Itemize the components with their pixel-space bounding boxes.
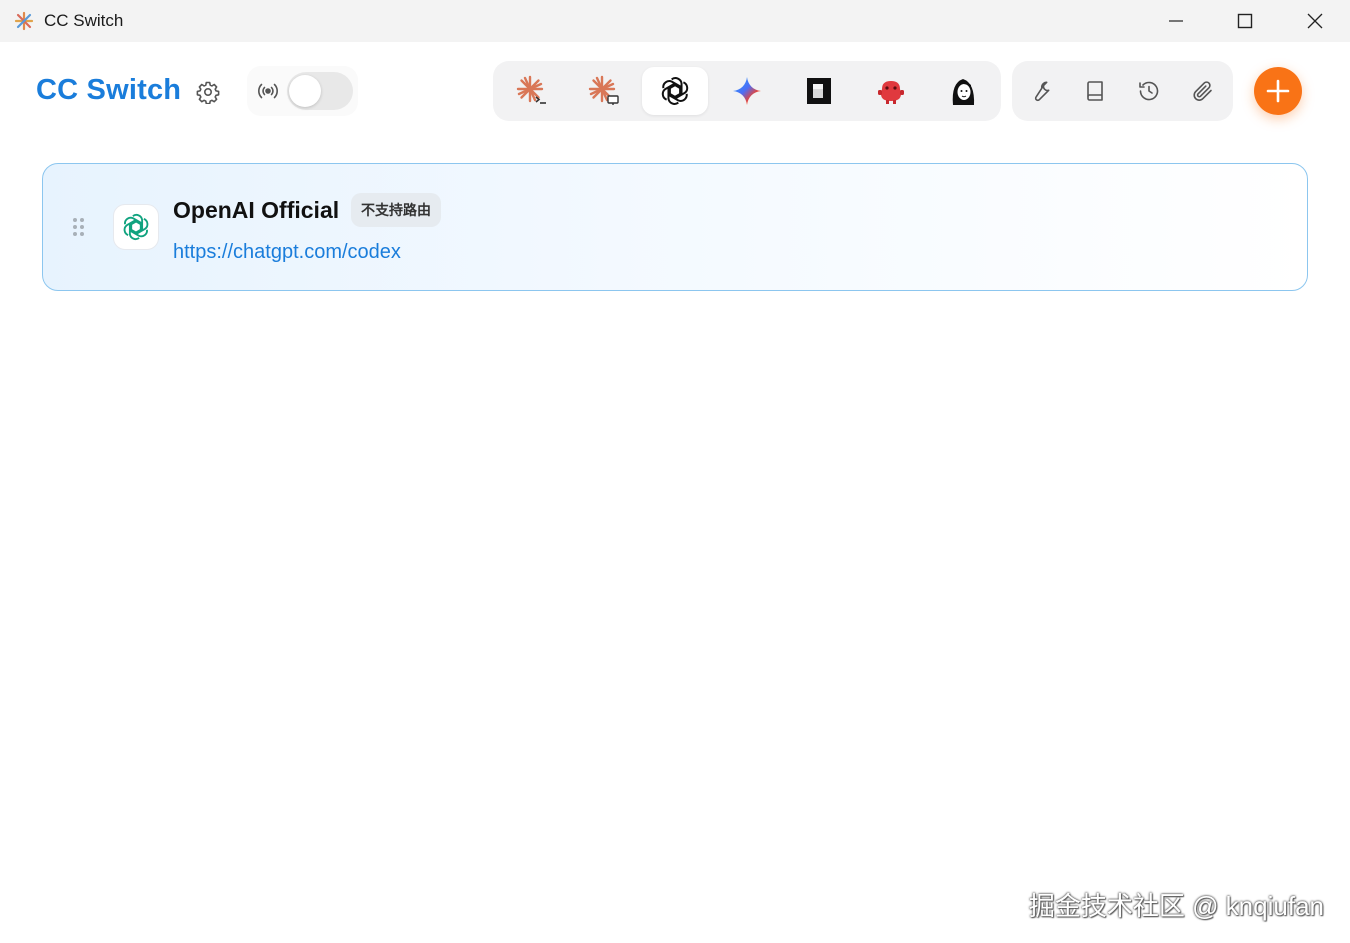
app-logo-icon	[14, 11, 34, 31]
close-button[interactable]	[1280, 0, 1350, 42]
routing-badge: 不支持路由	[351, 193, 441, 227]
window-title: CC Switch	[44, 11, 124, 30]
book-icon	[1087, 81, 1103, 101]
paperclip-icon	[1193, 81, 1212, 101]
openai-icon	[661, 77, 689, 105]
plus-icon	[1266, 79, 1290, 103]
provider-logo	[113, 204, 159, 250]
app-switcher	[493, 61, 1001, 121]
tab-robot[interactable]	[858, 67, 924, 115]
toolbar-actions	[1012, 61, 1233, 121]
gemini-icon	[733, 77, 761, 105]
tools-button[interactable]	[1023, 73, 1059, 109]
red-robot-icon	[878, 81, 904, 104]
tab-claude-code[interactable]	[499, 67, 565, 115]
docs-button[interactable]	[1077, 73, 1113, 109]
minimize-icon	[1169, 20, 1183, 22]
history-button[interactable]	[1131, 73, 1167, 109]
toggle-knob	[289, 75, 321, 107]
brand-title: CC Switch	[36, 74, 182, 106]
wrench-icon	[1034, 81, 1050, 102]
tab-claude-desktop[interactable]	[571, 67, 637, 115]
girl-avatar-icon	[952, 79, 975, 105]
settings-button[interactable]	[192, 76, 224, 108]
tab-terminal-app[interactable]	[786, 67, 852, 115]
terminal-app-icon	[807, 78, 831, 104]
provider-url-link[interactable]: https://chatgpt.com/codex	[173, 241, 401, 264]
openai-icon	[123, 213, 149, 241]
proxy-toggle[interactable]	[287, 72, 353, 110]
close-icon	[1307, 13, 1323, 29]
provider-card[interactable]: OpenAI Official 不支持路由 https://chatgpt.co…	[42, 163, 1308, 291]
watermark: 掘金技术社区 @ knqiufan	[1028, 891, 1324, 921]
proxy-control	[247, 66, 358, 116]
claude-desktop-icon	[588, 75, 619, 105]
add-provider-button[interactable]	[1254, 67, 1302, 115]
history-icon	[1139, 81, 1159, 101]
tab-gemini[interactable]	[714, 67, 780, 115]
maximize-icon	[1237, 13, 1253, 29]
claude-code-icon	[516, 75, 546, 104]
tab-avatar[interactable]	[930, 67, 996, 115]
gear-icon	[196, 81, 220, 104]
attachments-button[interactable]	[1185, 73, 1221, 109]
tab-codex[interactable]	[642, 67, 708, 115]
title-bar: CC Switch	[0, 0, 1350, 42]
provider-name: OpenAI Official	[173, 197, 340, 223]
drag-handle-icon[interactable]	[73, 218, 85, 238]
minimize-button[interactable]	[1141, 0, 1211, 42]
maximize-button[interactable]	[1210, 0, 1280, 42]
broadcast-icon	[258, 83, 278, 99]
